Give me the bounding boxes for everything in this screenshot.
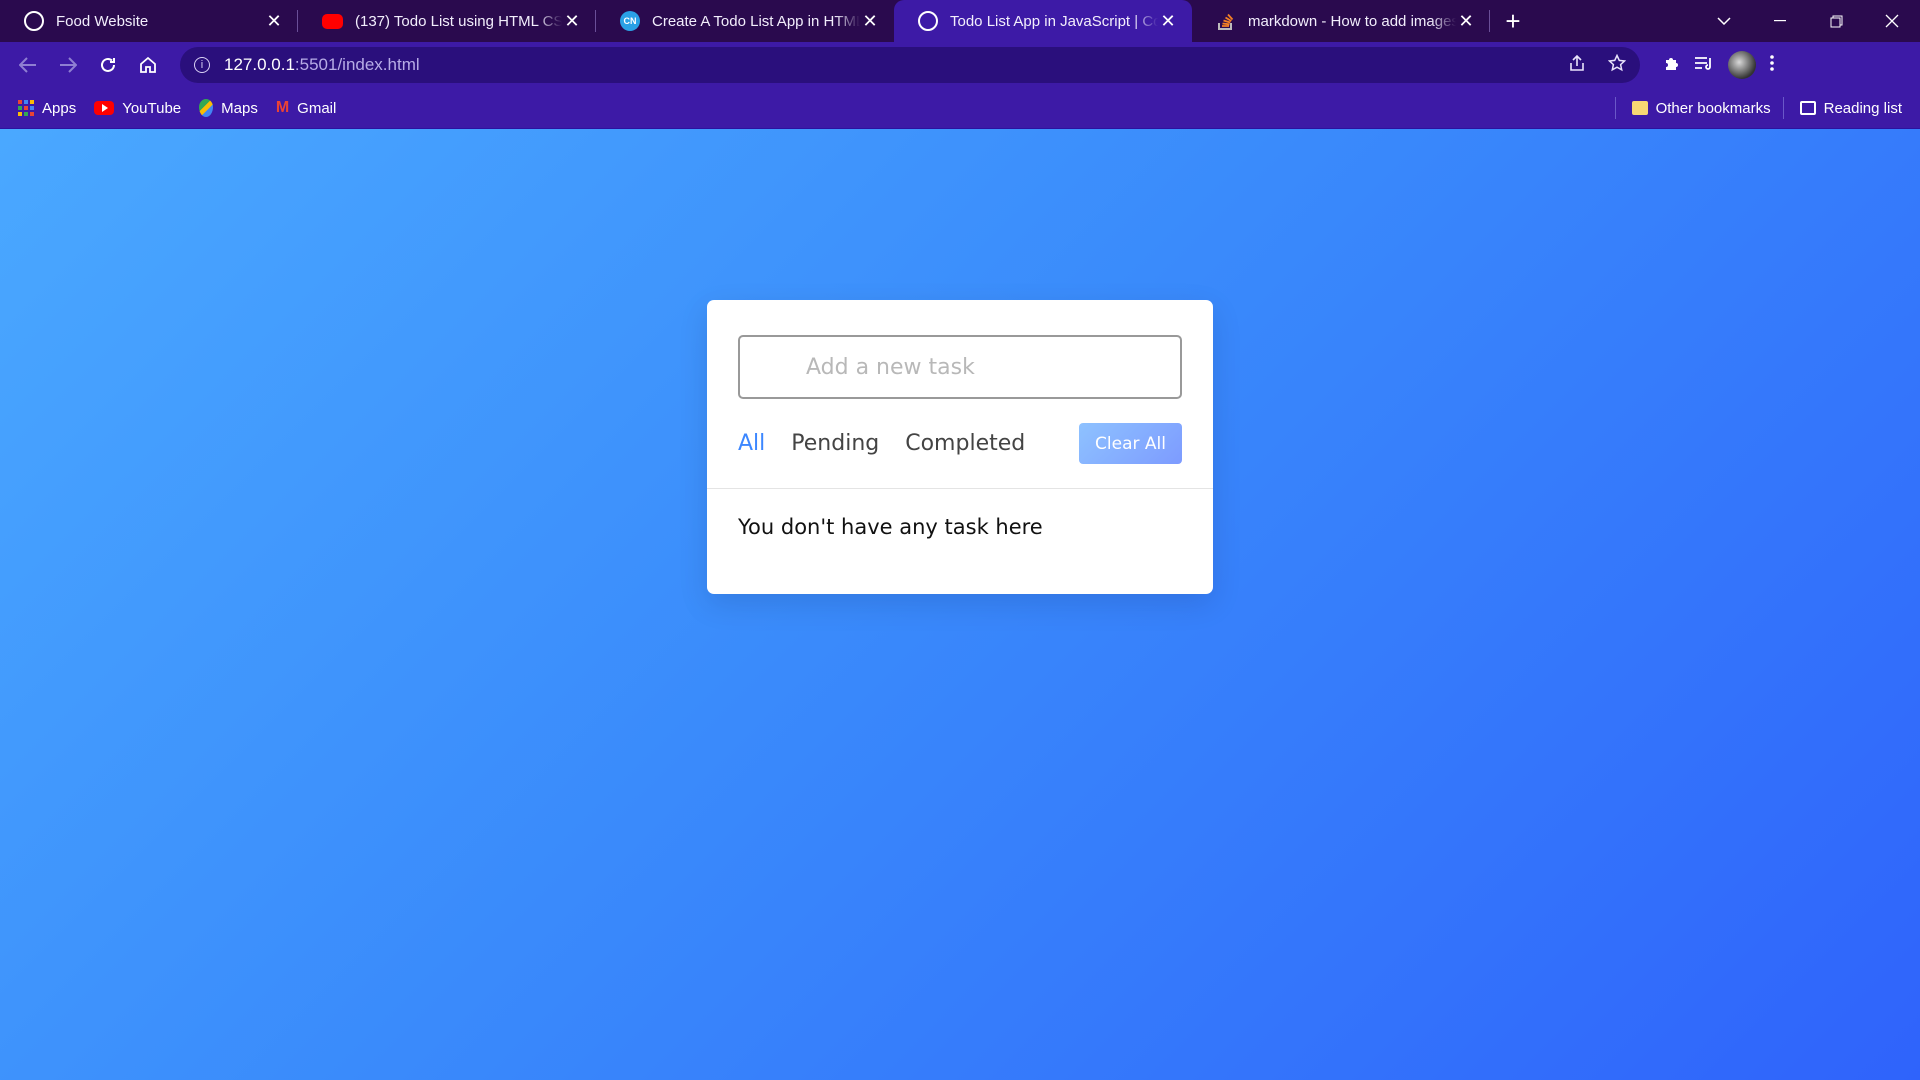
address-bar[interactable]: i 127.0.0.1:5501/index.html	[180, 47, 1640, 83]
bookmark-maps[interactable]: Maps	[199, 99, 258, 117]
bookmarks-bar: Apps YouTube Maps M Gmail Other bookmark…	[0, 88, 1920, 129]
tab-title: markdown - How to add images	[1248, 12, 1456, 30]
home-button[interactable]	[128, 45, 168, 85]
tab-strip: Food Website ✕ (137) Todo List using HTM…	[0, 0, 1920, 42]
bookmark-star-icon[interactable]	[1607, 53, 1627, 77]
todo-card: All Pending Completed Clear All You don'…	[707, 300, 1213, 594]
filter-completed[interactable]: Completed	[905, 431, 1025, 456]
bookmark-youtube[interactable]: YouTube	[94, 100, 181, 117]
task-input[interactable]	[738, 335, 1182, 399]
codingnepal-icon: CN	[620, 11, 640, 31]
other-bookmarks-label: Other bookmarks	[1655, 99, 1771, 117]
bookmark-label: Apps	[42, 99, 77, 117]
minimize-button[interactable]	[1752, 0, 1808, 42]
profile-avatar[interactable]	[1728, 51, 1756, 79]
restore-button[interactable]	[1808, 0, 1864, 42]
other-bookmarks[interactable]: Other bookmarks	[1631, 99, 1771, 117]
browser-toolbar: i 127.0.0.1:5501/index.html	[0, 42, 1920, 88]
clear-all-button[interactable]: Clear All	[1079, 423, 1182, 464]
close-icon[interactable]: ✕	[860, 11, 880, 31]
page-viewport: All Pending Completed Clear All You don'…	[0, 129, 1920, 1080]
close-icon[interactable]: ✕	[562, 11, 582, 31]
filter-tabs: All Pending Completed	[738, 431, 1025, 456]
url-host: 127.0.0.1	[224, 55, 295, 74]
apps-grid-icon	[18, 100, 34, 116]
filter-all[interactable]: All	[738, 431, 765, 456]
folder-icon	[1631, 101, 1648, 115]
stackoverflow-icon	[1216, 11, 1236, 31]
tab-create-todo[interactable]: CN Create A Todo List App in HTML CSS ✕	[596, 0, 894, 42]
menu-kebab-icon[interactable]	[1770, 54, 1774, 76]
forward-button[interactable]	[48, 45, 88, 85]
toolbar-right	[1654, 51, 1774, 79]
url-path: :5501/index.html	[294, 55, 420, 74]
reading-list[interactable]: Reading list	[1799, 99, 1902, 117]
divider	[1782, 97, 1784, 119]
bookmark-gmail[interactable]: M Gmail	[276, 99, 337, 117]
reload-button[interactable]	[88, 45, 128, 85]
tab-markdown[interactable]: markdown - How to add images ✕	[1192, 0, 1490, 42]
bookmark-label: YouTube	[122, 99, 182, 117]
extensions-icon[interactable]	[1662, 54, 1680, 77]
new-tab-button[interactable]: +	[1490, 0, 1536, 42]
bookmarks-right: Other bookmarks Reading list	[1603, 97, 1920, 119]
address-bar-actions	[1568, 53, 1627, 77]
tab-separator	[1489, 10, 1490, 32]
empty-state-message: You don't have any task here	[738, 515, 1043, 539]
close-icon[interactable]: ✕	[1158, 11, 1178, 31]
site-info-icon[interactable]: i	[194, 57, 210, 73]
maps-icon	[199, 99, 214, 117]
media-control-icon[interactable]	[1694, 55, 1714, 76]
tab-youtube-todo[interactable]: (137) Todo List using HTML CSS & JavaScr…	[298, 0, 596, 42]
bookmark-label: Gmail	[297, 99, 337, 117]
tab-todo-app-active[interactable]: Todo List App in JavaScript | CodingNepa…	[894, 0, 1192, 42]
tab-title: (137) Todo List using HTML CSS & JavaScr…	[355, 12, 562, 30]
share-icon[interactable]	[1568, 54, 1586, 77]
divider	[707, 488, 1213, 489]
window-controls	[1696, 0, 1920, 42]
reading-list-icon	[1799, 101, 1816, 115]
tab-title: Create A Todo List App in HTML CSS	[652, 12, 860, 30]
tab-food-website[interactable]: Food Website ✕	[0, 0, 298, 42]
bookmark-label: Maps	[221, 99, 258, 117]
gmail-icon: M	[275, 99, 290, 116]
tab-title: Food Website	[56, 12, 149, 30]
close-window-button[interactable]	[1864, 0, 1920, 42]
bookmark-apps[interactable]: Apps	[18, 100, 76, 117]
tab-search-icon[interactable]	[1696, 0, 1752, 42]
globe-icon	[918, 11, 938, 31]
tab-title: Todo List App in JavaScript | CodingNepa…	[950, 12, 1158, 30]
globe-icon	[24, 11, 44, 31]
divider	[1614, 97, 1616, 119]
close-icon[interactable]: ✕	[264, 11, 284, 31]
close-icon[interactable]: ✕	[1456, 11, 1476, 31]
back-button[interactable]	[8, 45, 48, 85]
youtube-icon	[94, 101, 115, 115]
youtube-icon	[322, 13, 343, 29]
reading-list-label: Reading list	[1823, 99, 1902, 117]
filter-pending[interactable]: Pending	[791, 431, 879, 456]
